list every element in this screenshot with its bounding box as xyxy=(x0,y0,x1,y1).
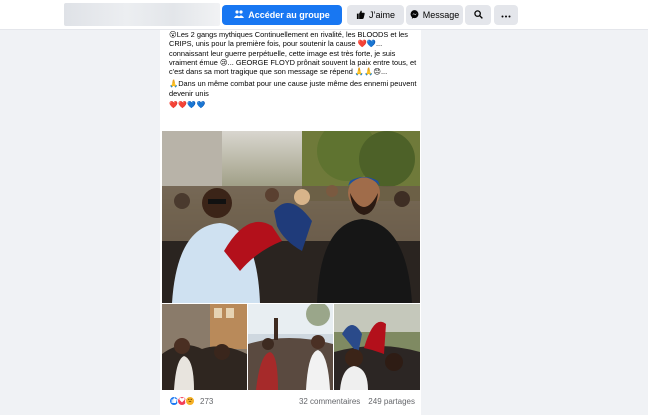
more-dots-icon xyxy=(501,11,511,20)
access-group-button[interactable]: Accéder au groupe xyxy=(222,5,342,25)
post-paragraph-1: 😮Les 2 gangs mythiques Continuellement e… xyxy=(169,30,419,77)
more-options-button[interactable] xyxy=(494,5,518,25)
page-header-bar: Accéder au groupe J’aime Message xyxy=(0,0,648,30)
message-label: Message xyxy=(422,10,460,20)
post-hearts: ❤️❤️💙💙 xyxy=(169,102,206,110)
comments-count-link[interactable]: 32 commentaires xyxy=(299,397,360,406)
message-button[interactable]: Message xyxy=(406,5,463,25)
access-group-label: Accéder au groupe xyxy=(248,10,330,20)
post-footer: 273 32 commentaires 249 partages xyxy=(169,394,415,408)
post-text: 😮Les 2 gangs mythiques Continuellement e… xyxy=(169,30,417,113)
post-paragraph-2: 🙏Dans un même combat pour une cause just… xyxy=(169,79,419,98)
post-photo-main[interactable] xyxy=(162,131,420,303)
like-page-label: J’aime xyxy=(368,10,395,20)
post-card: 😮Les 2 gangs mythiques Continuellement e… xyxy=(160,30,421,415)
reaction-count: 273 xyxy=(200,396,214,406)
post-photo-3[interactable] xyxy=(248,304,333,390)
sad-reaction-icon xyxy=(185,396,195,406)
shares-count-link[interactable]: 249 partages xyxy=(368,397,415,406)
thumbs-up-icon xyxy=(356,9,365,21)
search-icon xyxy=(473,9,483,21)
search-button[interactable] xyxy=(465,5,491,25)
reaction-summary[interactable]: 273 xyxy=(169,396,213,406)
post-photo-4[interactable] xyxy=(334,304,420,390)
post-photo-2[interactable] xyxy=(162,304,247,390)
group-icon xyxy=(234,10,245,20)
like-page-button[interactable]: J’aime xyxy=(347,5,404,25)
messenger-icon xyxy=(410,9,419,21)
blurred-page-name xyxy=(64,3,220,26)
